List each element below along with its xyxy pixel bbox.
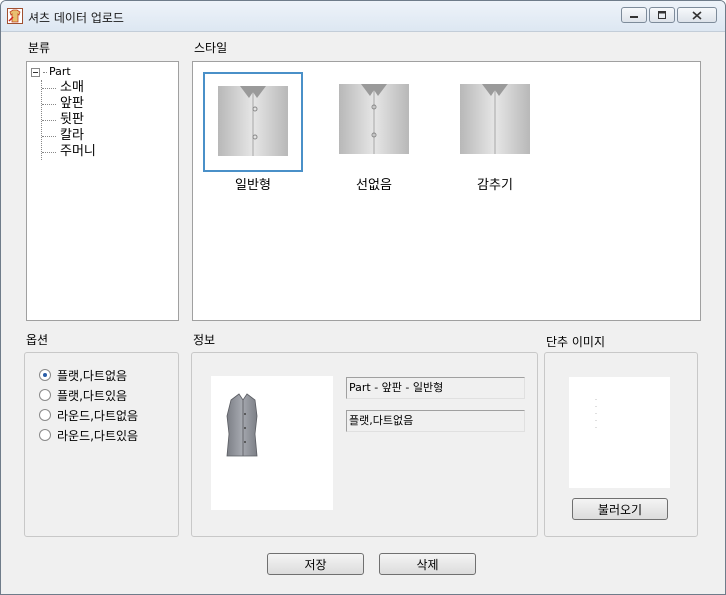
style-panel: 일반형 선없음 감추기 [192, 61, 701, 321]
shirt-front-thumbnail-icon [339, 84, 409, 154]
tree-item-front[interactable]: 앞판 [42, 96, 96, 112]
collapse-icon[interactable] [31, 67, 40, 77]
vest-preview-icon [226, 393, 258, 457]
option-round-dart[interactable]: 라운드,다트있음 [39, 425, 138, 445]
save-button[interactable]: 저장 [267, 553, 364, 575]
maximize-icon [658, 11, 666, 19]
shirt-front-thumbnail-icon [460, 84, 530, 154]
delete-button[interactable]: 삭제 [379, 553, 476, 575]
category-label: 분류 [28, 41, 51, 55]
option-flat-dart[interactable]: 플랫,다트있음 [39, 385, 138, 405]
style-name: 일반형 [235, 178, 271, 193]
minimize-icon [630, 16, 638, 18]
category-tree[interactable]: Part 소매 앞판 뒷판 칼라 주머니 [26, 61, 179, 321]
tree-root[interactable]: Part [31, 64, 96, 80]
tree-item-collar[interactable]: 칼라 [42, 128, 96, 144]
button-image-preview [569, 377, 670, 488]
style-thumbnail[interactable] [445, 72, 545, 172]
option-label: 라운드,다트없음 [57, 408, 139, 423]
tree-item-sleeve[interactable]: 소매 [42, 80, 96, 96]
style-thumbnail-selected[interactable] [203, 72, 303, 172]
options-group: 플랫,다트없음 플랫,다트있음 라운드,다트없음 라운드,다트있음 [24, 352, 179, 537]
window-title: 셔츠 데이터 업로드 [28, 11, 124, 25]
option-label: 플랫,다트있음 [57, 388, 128, 403]
tree-root-label: Part [49, 65, 71, 78]
radio-icon[interactable] [39, 409, 51, 421]
title-bar[interactable]: 셔츠 데이터 업로드 [1, 1, 725, 32]
info-group: Part - 앞판 - 일반형 플랫,다트없음 [191, 352, 538, 537]
option-round-no-dart[interactable]: 라운드,다트없음 [39, 405, 138, 425]
tree-item-back[interactable]: 뒷판 [42, 112, 96, 128]
style-label: 스타일 [194, 41, 228, 55]
upload-window: 셔츠 데이터 업로드 분류 Part 소매 앞판 뒷판 칼라 주머니 스타일 일… [0, 0, 726, 595]
part-path-textbox[interactable]: Part - 앞판 - 일반형 [346, 377, 525, 399]
button-thread-icon [595, 399, 597, 433]
style-name: 감추기 [477, 178, 513, 193]
option-textbox[interactable]: 플랫,다트없음 [346, 410, 525, 432]
option-label: 플랫,다트없음 [57, 368, 128, 383]
radio-checked-icon[interactable] [39, 369, 51, 381]
close-button[interactable] [677, 7, 717, 23]
minimize-button[interactable] [621, 7, 647, 23]
style-name: 선없음 [356, 178, 392, 193]
shirt-app-icon [7, 8, 23, 24]
options-label: 옵션 [26, 333, 49, 347]
radio-icon[interactable] [39, 389, 51, 401]
radio-icon[interactable] [39, 429, 51, 441]
option-flat-no-dart[interactable]: 플랫,다트없음 [39, 365, 138, 385]
button-image-label: 단추 이미지 [546, 335, 606, 349]
load-button[interactable]: 불러오기 [572, 498, 668, 520]
preview-image [211, 376, 333, 510]
shirt-front-thumbnail-icon [218, 86, 288, 156]
maximize-button[interactable] [649, 7, 675, 23]
button-image-group: 불러오기 [544, 352, 698, 537]
close-icon [692, 10, 702, 20]
tree-item-pocket[interactable]: 주머니 [42, 144, 96, 160]
info-label: 정보 [193, 333, 216, 347]
option-label: 라운드,다트있음 [57, 428, 139, 443]
style-thumbnail[interactable] [324, 72, 424, 172]
